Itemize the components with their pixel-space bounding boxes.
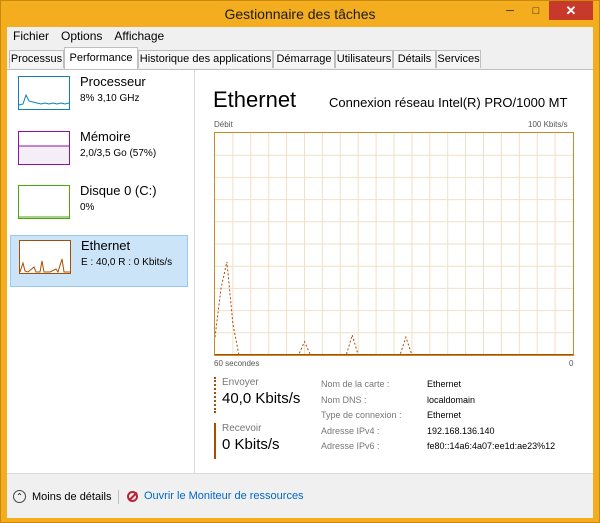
receive-value: 0 Kbits/s (222, 436, 280, 453)
property-key: Nom DNS : (321, 394, 367, 405)
menu-view[interactable]: Affichage (108, 29, 170, 43)
menu-file[interactable]: Fichier (7, 29, 55, 43)
tab-startup[interactable]: Démarrage (273, 50, 335, 68)
disk-mini-graph (19, 186, 69, 218)
property-value: Ethernet (427, 379, 462, 389)
footer-bar: ⌃ Moins de détails Ouvrir le Moniteur de… (7, 473, 593, 518)
sidebar-item-value: 2,0/3,5 Go (57%) (80, 148, 157, 159)
tab-performance[interactable]: Performance (64, 47, 138, 69)
send-label: Envoyer (222, 377, 259, 388)
task-manager-window: Gestionnaire des tâches ─ □ ✕ Fichier Op… (0, 0, 600, 523)
menu-bar: Fichier Options Affichage (7, 27, 593, 45)
disk-thumbnail (18, 185, 70, 219)
title-bar[interactable]: Gestionnaire des tâches ─ □ ✕ (1, 1, 599, 27)
receive-label: Recevoir (222, 423, 262, 434)
property-row: Type de connexion : Ethernet (321, 408, 555, 424)
memory-thumbnail (18, 131, 70, 165)
adapter-name: Connexion réseau Intel(R) PRO/1000 MT (329, 95, 568, 110)
graph-y-label: Débit (214, 120, 233, 129)
resource-monitor-icon (127, 490, 138, 502)
ethernet-thumbnail (19, 240, 71, 274)
sidebar-item-disk[interactable]: Disque 0 (C:) 0% (10, 181, 188, 233)
fewer-details-label: Moins de détails (32, 490, 112, 503)
property-row: Nom DNS : localdomain (321, 393, 555, 409)
property-value: Ethernet (427, 410, 462, 421)
tab-app-history[interactable]: Historique des applications (138, 50, 273, 68)
property-key: Nom de la carte : (321, 379, 390, 389)
processor-thumbnail (18, 76, 70, 110)
open-resource-monitor-link[interactable]: Ouvrir le Moniteur de ressources (127, 490, 304, 502)
minimize-button[interactable]: ─ (497, 1, 523, 20)
throughput-graph (214, 132, 574, 356)
property-row: Adresse IPv4 : 192.168.136.140 (321, 424, 555, 440)
chevron-up-icon: ⌃ (13, 490, 26, 503)
memory-mini-graph (19, 132, 69, 164)
graph-x-right-label: 0 (569, 359, 574, 368)
resource-sidebar: Processeur 8% 3,10 GHz Mémoire 2,0/3,5 G… (7, 70, 195, 473)
tab-details[interactable]: Détails (393, 50, 436, 68)
property-key: Adresse IPv4 : (321, 425, 380, 436)
property-row: Nom de la carte : Ethernet (321, 377, 555, 393)
ethernet-mini-graph (19, 241, 70, 274)
property-key: Adresse IPv6 : (321, 441, 380, 452)
sidebar-item-label: Ethernet (81, 238, 131, 253)
sidebar-item-memory[interactable]: Mémoire 2,0/3,5 Go (57%) (10, 127, 188, 179)
tab-processes[interactable]: Processus (9, 50, 64, 68)
tab-users[interactable]: Utilisateurs (335, 50, 393, 68)
sidebar-item-label: Mémoire (80, 129, 131, 144)
sidebar-item-value: 8% 3,10 GHz (80, 93, 140, 104)
property-value: 192.168.136.140 (427, 425, 495, 436)
processor-mini-graph (18, 77, 70, 109)
tab-services[interactable]: Services (436, 50, 481, 68)
sidebar-item-ethernet[interactable]: Ethernet E : 40,0 R : 0 Kbits/s (10, 235, 188, 287)
adapter-properties: Nom de la carte : Ethernet Nom DNS : local… (321, 377, 555, 455)
property-value: localdomain (427, 394, 476, 405)
receive-stat: Recevoir 0 Kbits/s (214, 423, 280, 459)
tab-strip: Processus Performance Historique des app… (7, 45, 593, 70)
graph-x-left-label: 60 secondes (214, 359, 260, 368)
window-controls: ─ □ ✕ (497, 1, 593, 20)
maximize-button[interactable]: □ (523, 1, 549, 20)
open-resource-monitor-label: Ouvrir le Moniteur de ressources (144, 490, 304, 502)
footer-separator (118, 490, 119, 504)
fewer-details-button[interactable]: ⌃ Moins de détails (13, 490, 112, 503)
graph-y-max-label: 100 Kbits/s (528, 120, 568, 129)
menu-options[interactable]: Options (55, 29, 108, 43)
page-title: Ethernet (213, 87, 297, 112)
sidebar-item-value: E : 40,0 R : 0 Kbits/s (81, 257, 173, 268)
send-value: 40,0 Kbits/s (222, 390, 301, 407)
sidebar-item-label: Disque 0 (C:) (80, 183, 157, 198)
close-button[interactable]: ✕ (549, 1, 593, 20)
throughput-chart (214, 133, 573, 356)
property-value: fe80::14a6:4a07:ee1d:ae23%12 (427, 441, 556, 452)
sidebar-item-processor[interactable]: Processeur 8% 3,10 GHz (10, 72, 188, 124)
send-stat: Envoyer 40,0 Kbits/s (214, 377, 300, 413)
sidebar-item-label: Processeur (80, 74, 146, 89)
sidebar-item-value: 0% (80, 202, 95, 213)
property-key: Type de connexion : (321, 410, 402, 421)
property-row: Adresse IPv6 : fe80::14a6:4a07:ee1d:ae23%… (321, 439, 555, 455)
